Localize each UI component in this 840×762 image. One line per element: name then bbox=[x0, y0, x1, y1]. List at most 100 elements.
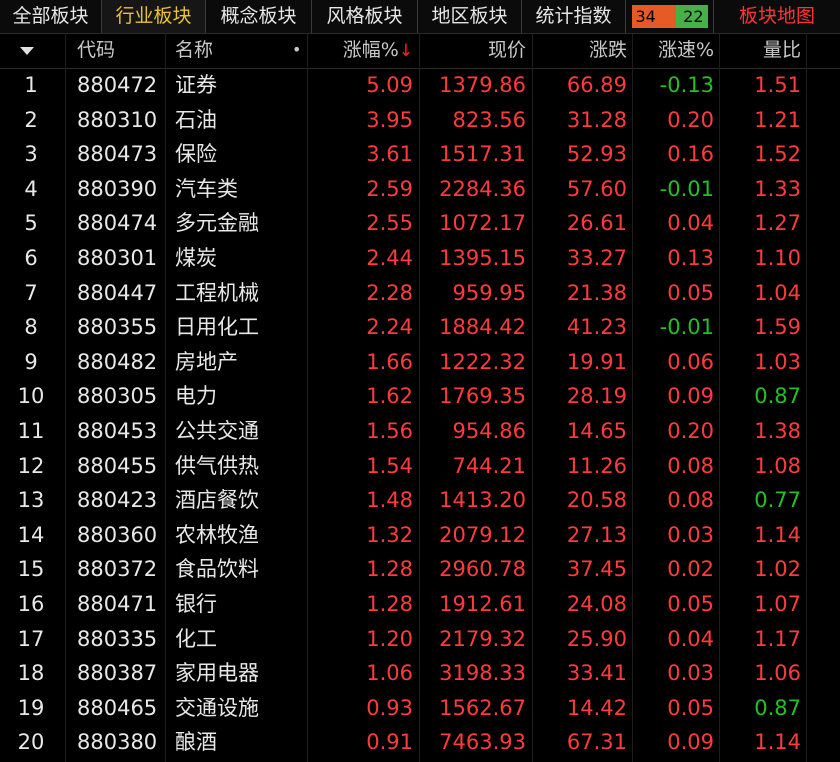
speed-value: -0.01 bbox=[659, 315, 714, 340]
price-value: 7463.93 bbox=[439, 730, 526, 755]
table-row[interactable]: 13 880423 酒店餐饮 1.48 1413.20 20.58 0.08 0.77 bbox=[0, 484, 840, 519]
header-price[interactable]: 现价 bbox=[488, 34, 526, 68]
header-volume-ratio[interactable]: 量比 bbox=[763, 34, 801, 68]
change-value: 11.26 bbox=[566, 453, 627, 478]
table-row[interactable]: 10 880305 电力 1.62 1769.35 28.19 0.09 0.87 bbox=[0, 380, 840, 415]
tab-industry-sectors[interactable]: 行业板块 bbox=[102, 0, 206, 33]
sector-name: 酿酒 bbox=[175, 730, 217, 755]
volume-ratio-value: 1.06 bbox=[754, 661, 801, 686]
speed-value: 0.03 bbox=[667, 661, 714, 686]
table-row[interactable]: 7 880447 工程机械 2.28 959.95 21.38 0.05 1.04 bbox=[0, 277, 840, 312]
price-value: 2179.32 bbox=[439, 626, 526, 651]
table-row[interactable]: 14 880360 农林牧渔 1.32 2079.12 27.13 0.03 1.14 bbox=[0, 519, 840, 554]
sector-name: 化工 bbox=[175, 626, 217, 651]
price-value: 1379.86 bbox=[439, 73, 526, 97]
speed-value: 0.16 bbox=[667, 142, 714, 167]
table-row[interactable]: 1 880472 证券 5.09 1379.86 66.89 -0.13 1.51 bbox=[0, 69, 840, 104]
sector-name: 家用电器 bbox=[175, 661, 259, 686]
table-row[interactable]: 16 880471 银行 1.28 1912.61 24.08 0.05 1.07 bbox=[0, 588, 840, 623]
row-index: 17 bbox=[17, 626, 45, 651]
advance-decline-counter: 34 22 bbox=[626, 0, 714, 33]
table-row[interactable]: 19 880465 交通设施 0.93 1562.67 14.42 0.05 0.87 bbox=[0, 692, 840, 727]
volume-ratio-value: 1.33 bbox=[754, 176, 801, 201]
sector-code: 880455 bbox=[77, 453, 158, 478]
change-value: 66.89 bbox=[566, 73, 627, 97]
sector-code: 880360 bbox=[77, 522, 158, 547]
sector-code: 880471 bbox=[77, 591, 158, 616]
change-value: 26.61 bbox=[566, 211, 627, 236]
table-row[interactable]: 12 880455 供气供热 1.54 744.21 11.26 0.08 1.08 bbox=[0, 450, 840, 485]
table-row[interactable]: 4 880390 汽车类 2.59 2284.36 57.60 -0.01 1.33 bbox=[0, 173, 840, 208]
header-name[interactable]: 名称 bbox=[175, 34, 213, 68]
column-menu-icon[interactable] bbox=[20, 47, 34, 55]
sector-name: 酒店餐饮 bbox=[175, 488, 259, 513]
sector-code: 880472 bbox=[77, 73, 158, 97]
sort-desc-arrow-icon: ↓ bbox=[398, 41, 413, 61]
volume-ratio-value: 0.87 bbox=[754, 384, 801, 409]
sector-code: 880453 bbox=[77, 418, 158, 443]
speed-value: 0.13 bbox=[667, 245, 714, 270]
price-value: 2284.36 bbox=[439, 176, 526, 201]
volume-ratio-value: 1.07 bbox=[754, 591, 801, 616]
row-index: 16 bbox=[17, 591, 45, 616]
sector-code: 880482 bbox=[77, 349, 158, 374]
table-row[interactable]: 15 880372 食品饮料 1.28 2960.78 37.45 0.02 1.02 bbox=[0, 553, 840, 588]
speed-value: 0.02 bbox=[667, 557, 714, 582]
change-value: 28.19 bbox=[566, 384, 627, 409]
table-row[interactable]: 6 880301 煤炭 2.44 1395.15 33.27 0.13 1.10 bbox=[0, 242, 840, 277]
table-row[interactable]: 20 880380 酿酒 0.91 7463.93 67.31 0.09 1.14 bbox=[0, 726, 840, 761]
volume-ratio-value: 1.38 bbox=[754, 418, 801, 443]
speed-value: -0.01 bbox=[659, 176, 714, 201]
header-code[interactable]: 代码 bbox=[77, 34, 115, 68]
change-value: 25.90 bbox=[566, 626, 627, 651]
speed-value: 0.05 bbox=[667, 280, 714, 305]
speed-value: 0.20 bbox=[667, 418, 714, 443]
header-change-pct[interactable]: 涨幅%↓ bbox=[343, 34, 413, 68]
sector-name: 公共交通 bbox=[175, 418, 259, 443]
table-row[interactable]: 5 880474 多元金融 2.55 1072.17 26.61 0.04 1.27 bbox=[0, 207, 840, 242]
table-row[interactable]: 8 880355 日用化工 2.24 1884.42 41.23 -0.01 1.59 bbox=[0, 311, 840, 346]
table-row[interactable]: 11 880453 公共交通 1.56 954.86 14.65 0.20 1.38 bbox=[0, 415, 840, 450]
table-row[interactable]: 17 880335 化工 1.20 2179.32 25.90 0.04 1.17 bbox=[0, 623, 840, 658]
row-index: 2 bbox=[24, 107, 38, 132]
table-row[interactable]: 2 880310 石油 3.95 823.56 31.28 0.20 1.21 bbox=[0, 104, 840, 139]
change-pct-value: 2.28 bbox=[366, 280, 413, 305]
tab-concept-sectors[interactable]: 概念板块 bbox=[206, 0, 312, 33]
speed-value: 0.05 bbox=[667, 591, 714, 616]
price-value: 1072.17 bbox=[439, 211, 526, 236]
tab-sector-map[interactable]: 板块地图 bbox=[714, 0, 840, 33]
change-value: 33.27 bbox=[566, 245, 627, 270]
table-row[interactable]: 9 880482 房地产 1.66 1222.32 19.91 0.06 1.03 bbox=[0, 346, 840, 381]
speed-value: 0.06 bbox=[667, 349, 714, 374]
change-pct-value: 1.06 bbox=[366, 661, 413, 686]
sector-name: 房地产 bbox=[175, 349, 238, 374]
change-pct-value: 0.91 bbox=[366, 730, 413, 755]
volume-ratio-value: 1.27 bbox=[754, 211, 801, 236]
change-pct-value: 1.28 bbox=[366, 557, 413, 582]
change-value: 67.31 bbox=[566, 730, 627, 755]
price-value: 959.95 bbox=[452, 280, 526, 305]
table-row[interactable]: 3 880473 保险 3.61 1517.31 52.93 0.16 1.52 bbox=[0, 138, 840, 173]
change-value: 31.28 bbox=[566, 107, 627, 132]
change-value: 14.42 bbox=[566, 695, 627, 720]
header-speed[interactable]: 涨速% bbox=[658, 34, 714, 68]
tab-all-sectors[interactable]: 全部板块 bbox=[0, 0, 102, 33]
tab-region-sectors[interactable]: 地区板块 bbox=[418, 0, 522, 33]
speed-value: 0.08 bbox=[667, 488, 714, 513]
change-pct-value: 1.66 bbox=[366, 349, 413, 374]
speed-value: 0.03 bbox=[667, 522, 714, 547]
table-row[interactable]: 18 880387 家用电器 1.06 3198.33 33.41 0.03 1.06 bbox=[0, 657, 840, 692]
speed-value: 0.09 bbox=[667, 384, 714, 409]
change-pct-value: 1.48 bbox=[366, 488, 413, 513]
tab-style-sectors[interactable]: 风格板块 bbox=[312, 0, 418, 33]
tab-statistics-index[interactable]: 统计指数 bbox=[522, 0, 626, 33]
price-value: 1562.67 bbox=[439, 695, 526, 720]
row-index: 10 bbox=[17, 384, 45, 409]
change-pct-value: 1.20 bbox=[366, 626, 413, 651]
row-index: 19 bbox=[17, 695, 45, 720]
header-change[interactable]: 涨跌 bbox=[589, 34, 627, 68]
change-pct-value: 2.24 bbox=[366, 315, 413, 340]
sector-code: 880305 bbox=[77, 384, 158, 409]
row-index: 15 bbox=[17, 557, 45, 582]
declining-count: 22 bbox=[675, 5, 708, 28]
